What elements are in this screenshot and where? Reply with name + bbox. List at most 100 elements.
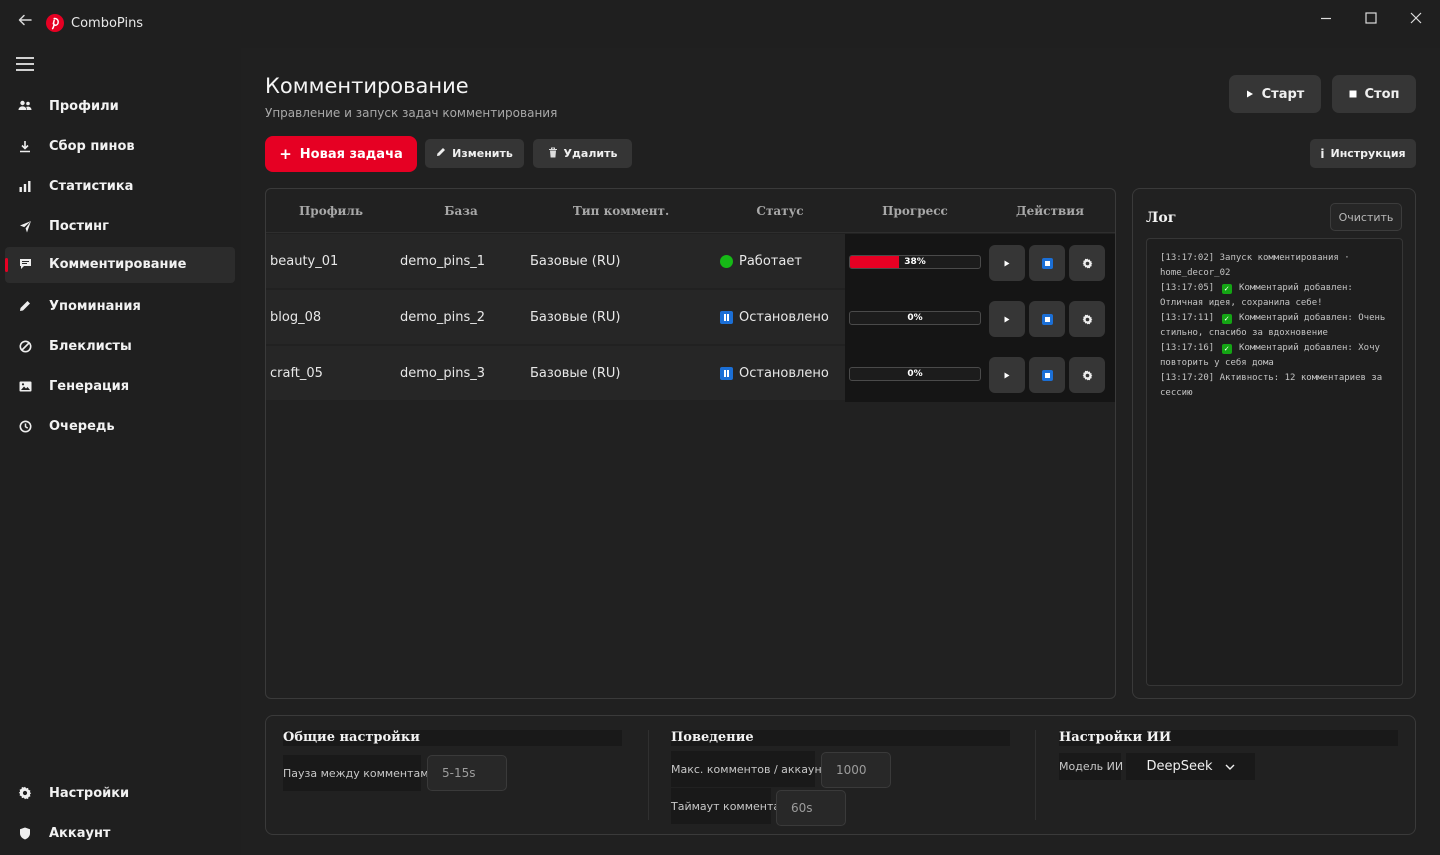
- row-play-button[interactable]: [989, 301, 1025, 337]
- cell-base: demo_pins_3: [400, 366, 486, 381]
- cell-base: demo_pins_2: [400, 310, 486, 325]
- sidebar-item-mentions[interactable]: Упоминания: [5, 289, 235, 325]
- sidebar-item-label: Очередь: [49, 419, 115, 434]
- stop-icon: [1041, 313, 1053, 325]
- sidebar-item-label: Профили: [49, 99, 119, 114]
- sidebar-item-queue[interactable]: Очередь: [5, 409, 235, 445]
- gear-icon: [1082, 314, 1092, 324]
- row-settings-button[interactable]: [1069, 245, 1105, 281]
- progress-bar: 38%: [849, 255, 981, 269]
- column-header-status: Статус: [756, 204, 804, 218]
- cell-status: Остановлено: [739, 366, 829, 381]
- log-panel: Лог Очистить [13:17:02] Запуск комментир…: [1132, 188, 1416, 699]
- send-icon: [18, 219, 32, 233]
- row-stop-button[interactable]: [1029, 301, 1065, 337]
- timeout-input[interactable]: 60s: [776, 790, 846, 826]
- pause-input[interactable]: 5-15s: [427, 755, 507, 791]
- ai-model-select[interactable]: DeepSeek: [1126, 753, 1255, 780]
- sidebar-item-label: Статистика: [49, 179, 134, 194]
- sidebar-item-posting[interactable]: Постинг: [5, 209, 235, 245]
- clear-log-button[interactable]: Очистить: [1330, 203, 1402, 231]
- sidebar-item-account[interactable]: Аккаунт: [5, 816, 235, 852]
- sidebar-item-label: Настройки: [49, 786, 130, 801]
- log-line: [13:17:05] ✓ Комментарий добавлен: Отлич…: [1160, 283, 1359, 308]
- log-output[interactable]: [13:17:02] Запуск комментирования · home…: [1146, 238, 1403, 686]
- play-icon: [1246, 87, 1254, 102]
- row-stop-button[interactable]: [1029, 245, 1065, 281]
- cell-type: Базовые (RU): [530, 310, 621, 325]
- close-icon[interactable]: [1401, 8, 1431, 28]
- check-icon: ✓: [1221, 344, 1232, 354]
- tasks-table: Профиль База Тип коммент. Статус Прогрес…: [265, 188, 1116, 699]
- download-icon: [18, 139, 32, 153]
- table-row[interactable]: craft_05 demo_pins_3 Базовые (RU) Остано…: [266, 346, 1115, 402]
- pinterest-logo-icon: [46, 14, 64, 32]
- title-bar: ComboPins: [0, 0, 1440, 48]
- sidebar-item-statistics[interactable]: Статистика: [5, 169, 235, 205]
- start-button[interactable]: Старт: [1229, 75, 1321, 113]
- max-comments-label: Макс. комментов / аккаунт: [671, 751, 828, 787]
- table-header: Профиль База Тип коммент. Статус Прогрес…: [266, 189, 1115, 233]
- column-header-profile: Профиль: [298, 204, 364, 218]
- block-icon: [18, 339, 32, 353]
- divider: [648, 730, 649, 820]
- max-comments-input[interactable]: 1000: [821, 752, 891, 788]
- sidebar-item-commenting[interactable]: Комментирование: [5, 247, 235, 283]
- row-settings-button[interactable]: [1069, 357, 1105, 393]
- sidebar-item-label: Сбор пинов: [49, 139, 135, 154]
- cell-profile: blog_08: [270, 310, 322, 325]
- new-task-button[interactable]: + Новая задача: [265, 136, 417, 172]
- bar-chart-icon: [18, 179, 32, 193]
- edit-button[interactable]: Изменить: [425, 139, 524, 168]
- app-title: ComboPins: [71, 16, 144, 31]
- row-play-button[interactable]: [989, 245, 1025, 281]
- menu-icon[interactable]: [16, 57, 34, 71]
- pencil-icon: [436, 147, 446, 160]
- row-settings-button[interactable]: [1069, 301, 1105, 337]
- play-icon: [1004, 316, 1010, 322]
- stop-button[interactable]: Стоп: [1332, 75, 1416, 113]
- sidebar-item-label: Генерация: [49, 379, 130, 394]
- behavior-title: Поведение: [671, 730, 1010, 746]
- progress-bar: 0%: [849, 367, 981, 381]
- stop-icon: [1349, 87, 1357, 102]
- table-row[interactable]: blog_08 demo_pins_2 Базовые (RU) Останов…: [266, 290, 1115, 346]
- sidebar-item-profiles[interactable]: Профили: [5, 89, 235, 125]
- progress-label: 0%: [907, 369, 923, 379]
- page-subtitle: Управление и запуск задач комментировани…: [265, 106, 558, 120]
- sidebar-item-blacklists[interactable]: Блеклисты: [5, 329, 235, 365]
- sidebar-item-label: Комментирование: [49, 257, 187, 272]
- instructions-button[interactable]: i Инструкция: [1310, 139, 1416, 168]
- progress-bar: 0%: [849, 311, 981, 325]
- check-icon: ✓: [1221, 284, 1232, 294]
- column-header-type: Тип коммент.: [572, 204, 670, 218]
- column-header-actions: Действия: [1015, 204, 1085, 218]
- delete-button[interactable]: Удалить: [533, 139, 632, 168]
- paused-status-icon: [720, 367, 733, 380]
- check-icon: ✓: [1221, 314, 1232, 324]
- cell-status: Работает: [739, 254, 802, 269]
- sidebar-item-label: Блеклисты: [49, 339, 132, 354]
- sidebar-item-pin-collection[interactable]: Сбор пинов: [5, 129, 235, 165]
- row-stop-button[interactable]: [1029, 357, 1065, 393]
- back-arrow-icon[interactable]: [14, 12, 36, 34]
- clock-icon: [18, 419, 32, 433]
- general-settings-title: Общие настройки: [283, 730, 622, 746]
- sidebar: Профили Сбор пинов Статистика Постинг Ко…: [0, 48, 241, 855]
- column-header-progress: Прогресс: [882, 204, 948, 218]
- main-content: Комментирование Управление и запуск зада…: [241, 48, 1440, 855]
- info-icon: i: [1320, 146, 1325, 161]
- image-icon: [18, 379, 32, 393]
- pause-label: Пауза между комментами: [283, 755, 436, 791]
- row-play-button[interactable]: [989, 357, 1025, 393]
- minimize-icon[interactable]: [1311, 8, 1341, 28]
- sidebar-item-label: Упоминания: [49, 299, 141, 314]
- chevron-down-icon: [1225, 759, 1235, 774]
- sidebar-item-generation[interactable]: Генерация: [5, 369, 235, 405]
- log-line: [13:17:11] ✓ Комментарий добавлен: Очень…: [1160, 313, 1391, 338]
- sidebar-item-settings[interactable]: Настройки: [5, 776, 235, 812]
- users-icon: [18, 99, 32, 113]
- play-icon: [1004, 372, 1010, 378]
- maximize-icon[interactable]: [1356, 8, 1386, 28]
- table-row[interactable]: beauty_01 demo_pins_1 Базовые (RU) Работ…: [266, 234, 1115, 290]
